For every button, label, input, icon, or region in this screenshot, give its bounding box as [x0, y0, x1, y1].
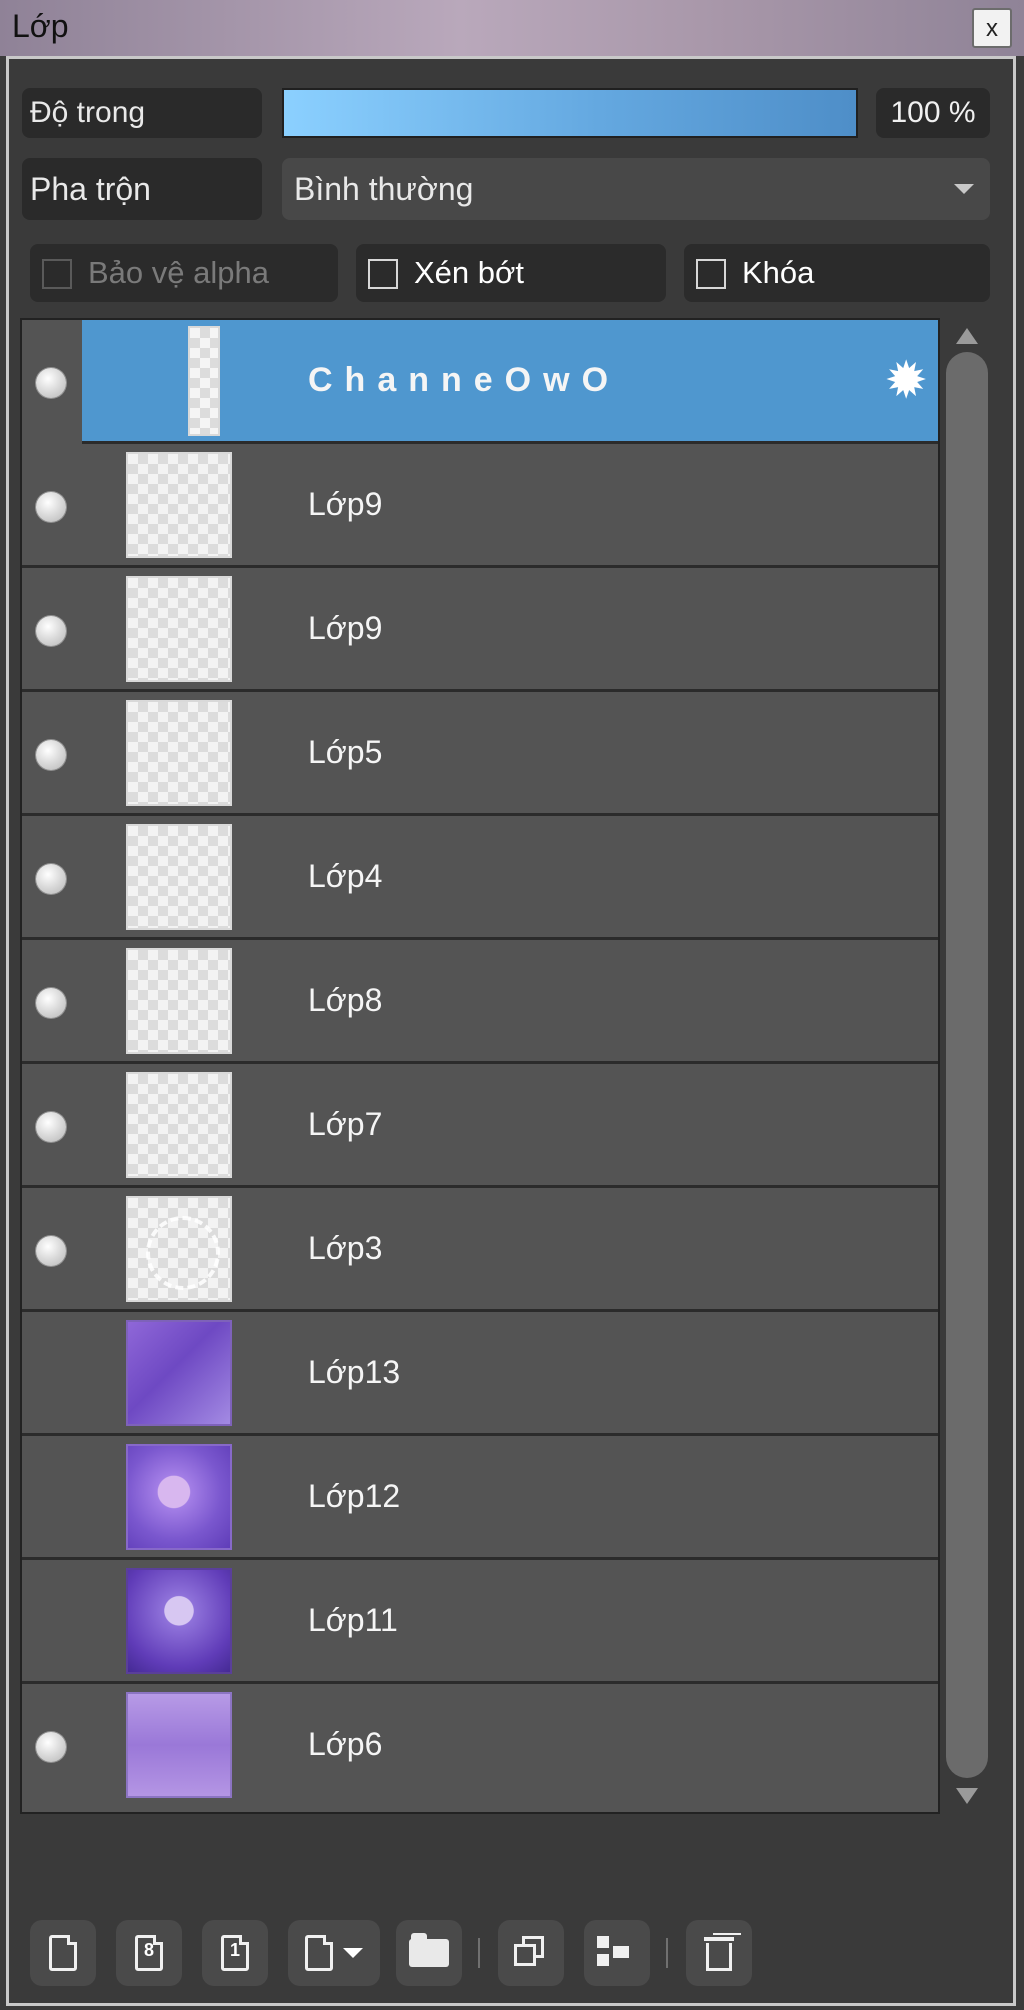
icon-number: 8: [143, 1940, 154, 1960]
gear-icon[interactable]: ✹: [884, 355, 928, 407]
visibility-icon[interactable]: [36, 368, 66, 398]
layer-row[interactable]: Lớp3: [22, 1188, 938, 1312]
protect-alpha-label: Bảo vệ alpha: [88, 255, 269, 290]
window-titlebar: [0, 0, 1024, 56]
duplicate-layer-button[interactable]: [498, 1920, 564, 1986]
lock-label: Khóa: [742, 255, 815, 290]
layer-row[interactable]: Lớp7: [22, 1064, 938, 1188]
layer-row-selected[interactable]: ChanneOwO ✹: [22, 320, 938, 444]
visibility-icon[interactable]: [36, 1236, 66, 1266]
scroll-up-icon[interactable]: [956, 328, 978, 344]
visibility-icon[interactable]: [36, 492, 66, 522]
layer-list[interactable]: ChanneOwO ✹ Lớp9 Lớp9 Lớp5 Lớp4 Lớp8 Lớp…: [20, 318, 940, 1814]
layer-row[interactable]: Lớp9: [22, 444, 938, 568]
layer-row[interactable]: Lớp8: [22, 940, 938, 1064]
add-layer-menu-button[interactable]: [288, 1920, 380, 1986]
layer-thumbnail: [126, 576, 232, 682]
duplicate-icon: [514, 1936, 548, 1970]
layer-thumbnail: [126, 1072, 232, 1178]
layer-row[interactable]: Lớp12: [22, 1436, 938, 1560]
visibility-icon[interactable]: [36, 1732, 66, 1762]
visibility-icon[interactable]: [36, 864, 66, 894]
layer-thumbnail: [126, 824, 232, 930]
visibility-icon[interactable]: [36, 740, 66, 770]
layer-row[interactable]: Lớp13: [22, 1312, 938, 1436]
delete-layer-button[interactable]: [686, 1920, 752, 1986]
checkbox-icon: [696, 259, 726, 289]
visibility-icon[interactable]: [36, 616, 66, 646]
layer-row[interactable]: Lớp11: [22, 1560, 938, 1684]
new-1bit-layer-button[interactable]: 1: [202, 1920, 268, 1986]
lock-checkbox[interactable]: Khóa: [684, 244, 990, 302]
layer-name: Lớp13: [308, 1354, 401, 1390]
protect-alpha-checkbox: Bảo vệ alpha: [30, 244, 338, 302]
layer-name: Lớp12: [308, 1478, 401, 1514]
layer-toolbar: 8 1: [20, 1912, 1004, 1994]
blend-mode-select[interactable]: Bình thường: [282, 158, 990, 220]
toolbar-separator: [666, 1938, 668, 1968]
clip-checkbox[interactable]: Xén bớt: [356, 244, 666, 302]
scroll-down-icon[interactable]: [956, 1788, 978, 1804]
opacity-slider[interactable]: [282, 88, 858, 138]
scroll-thumb[interactable]: [946, 352, 988, 1778]
chevron-down-icon: [343, 1948, 363, 1958]
new-layer-button[interactable]: [30, 1920, 96, 1986]
layer-name: Lớp8: [308, 982, 383, 1018]
visibility-icon[interactable]: [36, 988, 66, 1018]
layer-name: Lớp6: [308, 1726, 383, 1762]
visibility-icon[interactable]: [36, 1112, 66, 1142]
layer-name: Lớp9: [308, 610, 383, 646]
vertical-scrollbar[interactable]: [946, 318, 988, 1814]
icon-number: 1: [229, 1940, 240, 1960]
opacity-fill: [284, 90, 856, 136]
layer-thumbnail: [126, 1568, 232, 1674]
layer-thumbnail: [126, 1320, 232, 1426]
layer-thumbnail: [126, 700, 232, 806]
merge-layer-button[interactable]: [584, 1920, 650, 1986]
layer-name: ChanneOwO: [308, 361, 621, 399]
layer-thumbnail: [126, 948, 232, 1054]
layer-thumbnail: [126, 1692, 232, 1798]
8bit-layer-icon: 8: [135, 1935, 163, 1971]
layer-name: Lớp7: [308, 1106, 383, 1142]
chevron-down-icon: [954, 184, 974, 194]
1bit-layer-icon: 1: [221, 1935, 249, 1971]
add-layer-icon: [305, 1935, 333, 1971]
opacity-label: Độ trong: [22, 88, 262, 138]
layer-name: Lớp4: [308, 858, 383, 894]
window-title: Lớp: [12, 8, 69, 44]
blend-mode-value: Bình thường: [294, 171, 474, 207]
checkbox-icon: [42, 259, 72, 289]
layer-row[interactable]: Lớp4: [22, 816, 938, 940]
layer-row[interactable]: Lớp6: [22, 1684, 938, 1808]
new-layer-icon: [49, 1935, 77, 1971]
layer-name: Lớp9: [308, 486, 383, 522]
layer-name: Lớp5: [308, 734, 383, 770]
close-button[interactable]: x: [972, 8, 1012, 48]
merge-icon: [597, 1936, 637, 1970]
layer-thumbnail: [126, 452, 232, 558]
opacity-value: 100 %: [876, 88, 990, 138]
layer-row[interactable]: Lớp9: [22, 568, 938, 692]
toolbar-separator: [478, 1938, 480, 1968]
new-folder-button[interactable]: [396, 1920, 462, 1986]
clip-label: Xén bớt: [414, 255, 524, 290]
layer-name: Lớp11: [308, 1602, 398, 1638]
new-8bit-layer-button[interactable]: 8: [116, 1920, 182, 1986]
layer-name: Lớp3: [308, 1230, 383, 1266]
checkbox-icon: [368, 259, 398, 289]
trash-icon: [704, 1935, 734, 1971]
layer-row[interactable]: Lớp5: [22, 692, 938, 816]
blend-label: Pha trộn: [22, 158, 262, 220]
layer-thumbnail: [126, 1196, 232, 1302]
folder-icon: [409, 1933, 449, 1967]
layer-thumbnail: [126, 1444, 232, 1550]
layer-thumbnail: [188, 326, 220, 436]
